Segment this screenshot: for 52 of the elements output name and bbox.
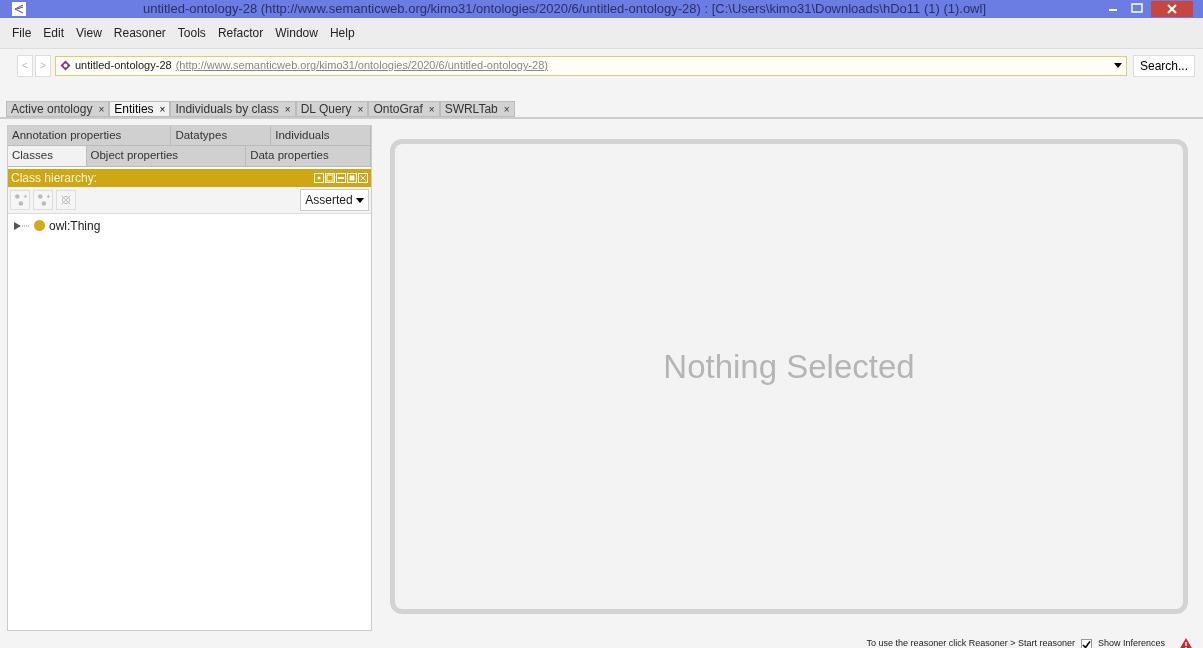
menu-item[interactable]: Help [323, 24, 361, 42]
menu-item[interactable]: Tools [171, 24, 212, 42]
placeholder-message: Nothing Selected [663, 346, 915, 387]
help-icon[interactable] [314, 172, 324, 183]
warning-icon[interactable] [1179, 638, 1193, 648]
checkbox-label[interactable]: Show Inferences [1097, 637, 1165, 648]
dropdown-icon[interactable] [1113, 63, 1122, 68]
add-sibling-icon[interactable] [33, 189, 53, 210]
tab-close-button[interactable]: × [428, 101, 435, 117]
show-inferences-checkbox[interactable] [1080, 638, 1092, 648]
tab[interactable]: Active ontology × [6, 101, 110, 117]
class-icon [34, 220, 45, 231]
tab[interactable]: Individuals by class × [170, 101, 296, 117]
reasoner-hint: To use the reasoner click Reasoner > Start reasoner [866, 637, 1075, 648]
maximize-icon[interactable] [347, 172, 357, 183]
delete-icon[interactable] [56, 189, 76, 210]
close-button[interactable] [1151, 1, 1193, 17]
mode-dropdown[interactable]: Asserted [300, 188, 369, 211]
search-button[interactable]: Search... [1132, 54, 1195, 77]
minimize-icon[interactable] [336, 172, 346, 183]
caret-icon [356, 197, 364, 203]
tab[interactable]: Entities × [109, 101, 171, 117]
entity-tab[interactable]: Data properties [246, 146, 371, 167]
menu-item[interactable]: Refactor [211, 24, 270, 42]
close-icon[interactable] [358, 172, 368, 183]
tab-close-button[interactable]: × [357, 101, 364, 117]
tab-close-button[interactable]: × [503, 101, 510, 117]
tab-close-button[interactable]: × [284, 101, 291, 117]
menu-item[interactable]: Reasoner [107, 24, 172, 42]
entity-tab[interactable]: Classes [8, 146, 87, 167]
ontology-field[interactable]: untitled-ontology-28 (http://www.semanticweb.org/kimo31/ontologies/2020/6/untitled-ontology-28) [55, 55, 1127, 76]
ontology-iri[interactable]: (http://www.semanticweb.org/kimo31/ontologies/2020/6/untitled-ontology-28) [175, 57, 548, 74]
panel-title: Class hierarchy: [11, 169, 98, 187]
expand-icon[interactable] [14, 221, 30, 230]
tab[interactable]: SWRLTab × [439, 101, 515, 117]
split-icon[interactable] [325, 172, 335, 183]
app-icon [12, 2, 26, 16]
menu-item[interactable]: View [70, 24, 108, 42]
menu-item[interactable]: File [6, 24, 38, 42]
window-title: untitled-ontology-28 (http://www.semanticweb.org/kimo31/ontologies/2020/6/untitled-ontology-28) : [C:\Users\kimo31\Downloads\hDo11 (1) (1).owl] [142, 0, 987, 19]
menu-item[interactable]: Window [269, 24, 324, 42]
tab[interactable]: DL Query × [295, 101, 369, 117]
entity-tab[interactable]: Object properties [86, 146, 247, 167]
ontology-icon [60, 60, 71, 71]
tree-node-label[interactable]: owl:Thing [49, 216, 101, 235]
close-icon [1167, 4, 1177, 14]
menu-item[interactable]: Edit [37, 24, 71, 42]
add-subclass-icon[interactable] [10, 189, 30, 210]
ontology-name: untitled-ontology-28 [75, 58, 172, 74]
tab-close-button[interactable]: × [98, 101, 105, 117]
tab[interactable]: OntoGraf × [368, 101, 440, 117]
tab-close-button[interactable]: × [159, 101, 166, 117]
